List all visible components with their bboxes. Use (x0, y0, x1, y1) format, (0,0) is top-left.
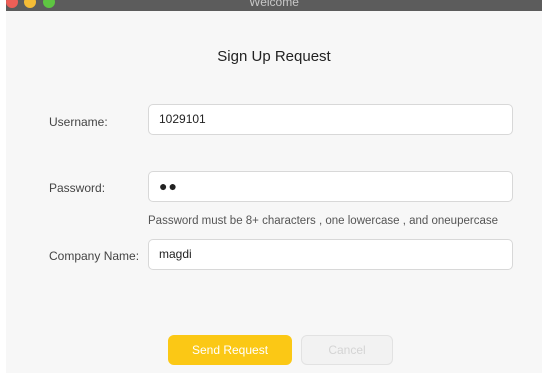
company-name-field[interactable]: magdi (148, 239, 513, 270)
window-title: Welcome (249, 0, 299, 9)
username-label: Username: (49, 115, 108, 129)
password-field[interactable]: ●● (148, 171, 513, 202)
username-field[interactable]: 1029101 (148, 104, 513, 135)
cancel-button[interactable]: Cancel (301, 335, 393, 365)
password-hint: Password must be 8+ characters , one low… (148, 215, 498, 227)
form-title: Sign Up Request (217, 48, 331, 65)
password-label: Password: (49, 181, 106, 195)
company-name-label: Company Name: (49, 249, 140, 263)
send-request-button[interactable]: Send Request (168, 335, 292, 365)
title-bar: Welcome (6, 0, 542, 11)
